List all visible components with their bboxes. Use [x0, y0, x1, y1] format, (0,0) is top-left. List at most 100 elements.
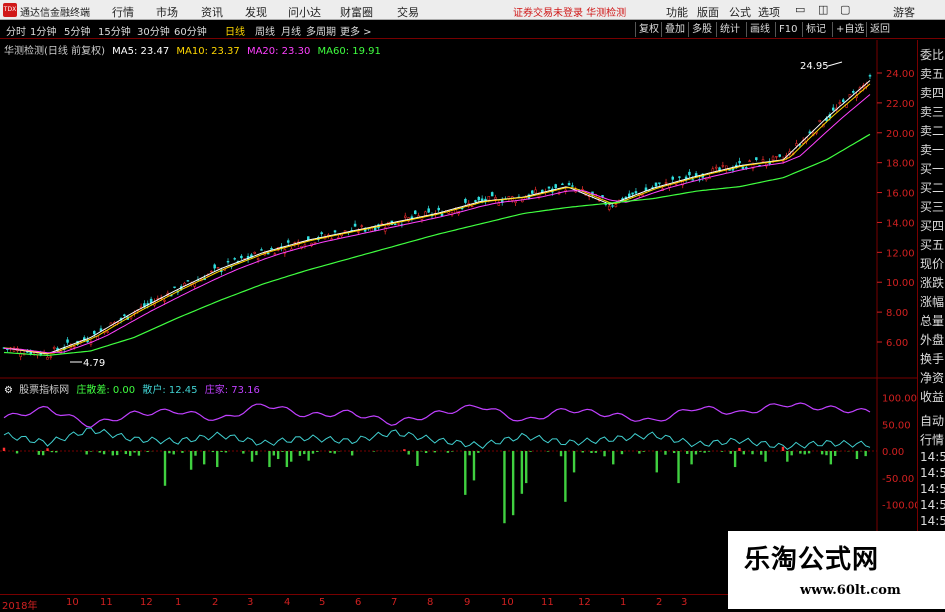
menu-news[interactable]: 资讯: [201, 4, 223, 20]
indicator-bar: [547, 451, 549, 452]
mark-button[interactable]: 标记: [802, 22, 826, 37]
multi-stock-button[interactable]: 多股: [688, 22, 712, 37]
menu-discover[interactable]: 发现: [245, 4, 267, 20]
candle-body: [474, 200, 476, 201]
indicator-bar: [46, 448, 48, 451]
indicator-bar: [673, 451, 675, 453]
price-info: 华测检测(日线 前复权) MA5: 23.47 MA10: 23.37 MA20…: [4, 42, 381, 57]
candle-body: [287, 241, 289, 243]
indicator-bar: [425, 451, 427, 453]
indicator-bar: [808, 451, 810, 453]
indicator-bar: [830, 451, 832, 464]
minimize-icon[interactable]: ▭: [795, 3, 805, 16]
ma10-label: MA10: 23.37: [176, 46, 239, 57]
indicator-bar: [564, 451, 566, 502]
indicator-bar: [782, 447, 784, 451]
sidebar-item: 买二: [920, 179, 944, 196]
menu-ask[interactable]: 问小达: [288, 4, 321, 20]
sidebar-item[interactable]: 14:50: [920, 514, 945, 528]
stats-button[interactable]: 统计: [716, 22, 740, 37]
candle-body: [217, 267, 219, 268]
candle-body: [187, 280, 189, 281]
candle-body: [642, 195, 644, 196]
period-5min[interactable]: 5分钟: [64, 23, 90, 38]
watermark: 乐淘公式网 www.60lt.com: [728, 531, 945, 609]
back-button[interactable]: 返回: [866, 22, 890, 37]
sidebar-item: 卖三: [920, 103, 944, 120]
period-intraday[interactable]: 分时: [6, 23, 26, 38]
period-more[interactable]: 更多 >: [340, 23, 372, 38]
indicator-bar: [312, 451, 314, 454]
add-watchlist-button[interactable]: +自选: [832, 22, 864, 37]
indicator-bar: [760, 451, 762, 455]
indicator-bar: [416, 451, 418, 466]
sidebar-item[interactable]: 行情: [920, 431, 944, 448]
menu-quotes[interactable]: 市场: [156, 4, 178, 20]
candle-body: [357, 232, 359, 233]
x-axis-label: 1: [175, 597, 181, 608]
period-60min[interactable]: 60分钟: [174, 23, 207, 38]
menu-formula[interactable]: 公式: [729, 4, 751, 20]
period-15min[interactable]: 15分钟: [98, 23, 131, 38]
sidebar-item: 委比: [920, 46, 944, 63]
sidebar-item[interactable]: 14:50: [920, 466, 945, 480]
indicator-bar: [529, 451, 531, 452]
menu-function[interactable]: 功能: [666, 4, 688, 20]
period-monthly[interactable]: 月线: [281, 23, 301, 38]
f10-button[interactable]: F10: [775, 22, 797, 37]
period-multi[interactable]: 多周期: [306, 23, 336, 38]
indicator-bar: [268, 451, 270, 467]
menu-options[interactable]: 选项: [758, 4, 780, 20]
indicator-bar: [38, 451, 40, 455]
candle-body: [214, 265, 216, 268]
sidebar-item[interactable]: 自动: [920, 412, 944, 429]
menu-layout[interactable]: 版面: [697, 4, 719, 20]
indicator-bar: [16, 451, 18, 453]
menu-trade[interactable]: 交易: [397, 4, 419, 20]
x-axis-label: 3: [681, 597, 687, 608]
sidebar-item: 卖一: [920, 141, 944, 158]
adjust-button[interactable]: 复权: [635, 22, 659, 37]
sidebar-item[interactable]: 14:50: [920, 450, 945, 464]
sidebar-item[interactable]: 14:50: [920, 498, 945, 512]
period-weekly[interactable]: 周线: [255, 23, 275, 38]
candle-body: [184, 283, 186, 285]
menu-wealth[interactable]: 财富圈: [340, 4, 373, 20]
candle-body: [307, 237, 309, 240]
period-daily[interactable]: 日线: [225, 23, 245, 38]
indicator-bar: [525, 451, 527, 483]
sidebar-item: 买四: [920, 217, 944, 234]
kline-chart[interactable]: 24.0022.0020.0018.0016.0014.0012.0010.00…: [0, 40, 917, 595]
sidebar-item[interactable]: 14:50: [920, 482, 945, 496]
indicator-bar: [751, 451, 753, 454]
menu-market[interactable]: 行情: [112, 4, 134, 20]
draw-button[interactable]: 画线: [746, 22, 770, 37]
restore-icon[interactable]: ◫: [818, 3, 828, 16]
indicator-bar: [99, 451, 101, 453]
indicator-info: ⚙ 股票指标网 庄散差: 0.00 散户: 12.45 庄家: 73.16: [4, 381, 260, 396]
candle-body: [772, 157, 774, 160]
trade-notice[interactable]: 证券交易未登录 华测检测: [513, 4, 626, 19]
period-30min[interactable]: 30分钟: [137, 23, 170, 38]
x-axis-label: 12: [140, 597, 153, 608]
candle-body: [274, 254, 276, 255]
candle-body: [635, 191, 637, 193]
period-1min[interactable]: 1分钟: [30, 23, 56, 38]
user-label[interactable]: 游客: [893, 4, 915, 20]
indicator-bar: [51, 451, 53, 452]
candle-body: [719, 168, 721, 171]
candle-body: [692, 180, 694, 181]
overlay-button[interactable]: 叠加: [661, 22, 685, 37]
quote-sidebar: 委比卖五卖四卖三卖二卖一买一买二买三买四买五现价涨跌涨幅总量外盘换手净资收益自动…: [917, 40, 945, 609]
indicator-bar: [112, 451, 114, 455]
indicator-name[interactable]: 股票指标网: [19, 385, 69, 396]
sidebar-item: 现价: [920, 255, 944, 272]
candle-body: [739, 161, 741, 163]
candle-body: [842, 100, 844, 102]
candle-body: [428, 209, 430, 213]
settings-icon[interactable]: ⚙: [4, 385, 13, 396]
window-icon[interactable]: ▢: [840, 3, 850, 16]
candle-body: [471, 206, 473, 207]
x-axis-label: 8: [427, 597, 433, 608]
indicator-bar: [307, 451, 309, 461]
